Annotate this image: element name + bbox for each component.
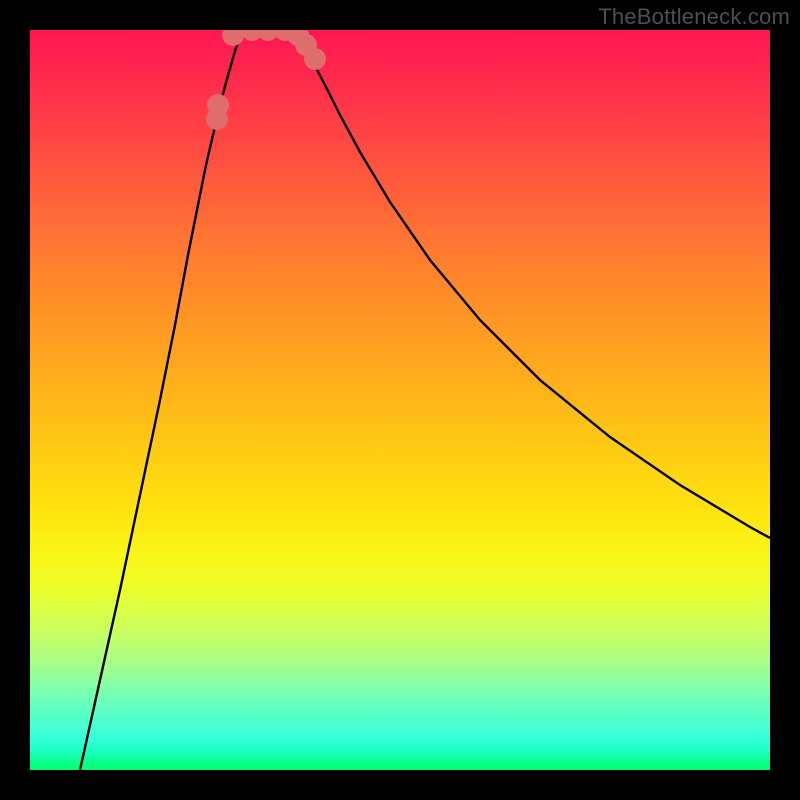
plot-area — [30, 30, 770, 770]
watermark-text: TheBottleneck.com — [598, 4, 790, 30]
chart-root: TheBottleneck.com — [0, 0, 800, 800]
data-dot — [207, 94, 229, 116]
left-curve — [80, 30, 270, 770]
dot-cluster — [206, 30, 326, 130]
data-dot — [222, 30, 244, 46]
chart-svg — [30, 30, 770, 770]
right-curve — [270, 30, 770, 538]
data-dot — [304, 48, 326, 70]
